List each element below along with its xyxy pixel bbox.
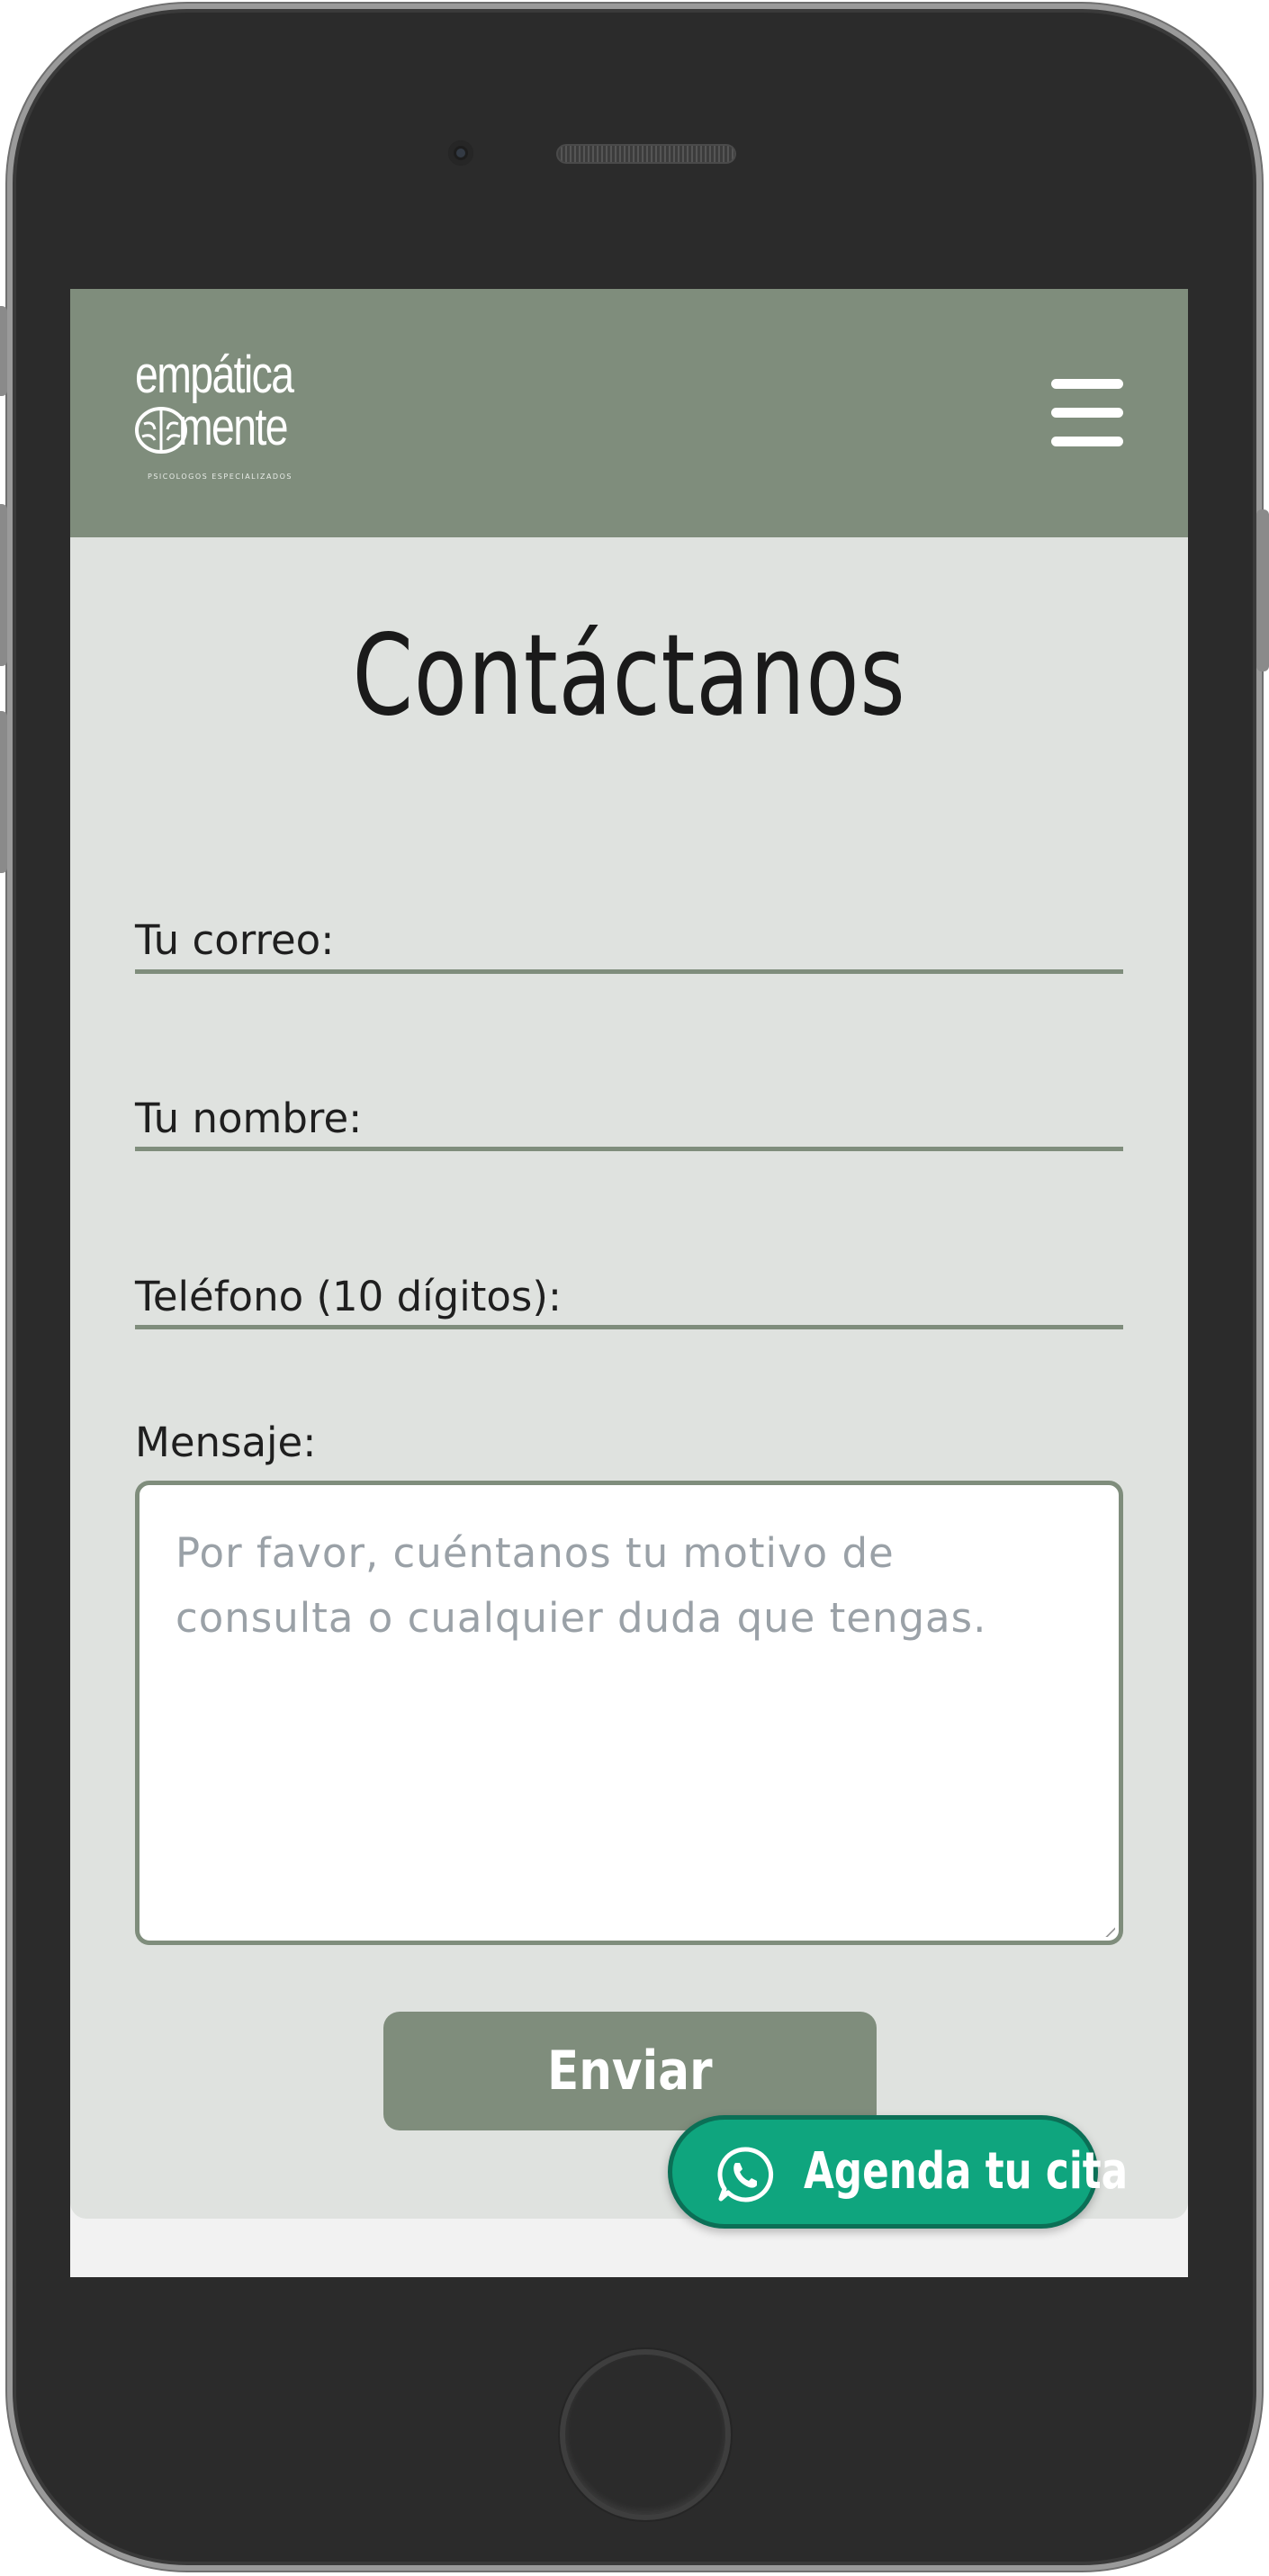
email-field[interactable] bbox=[135, 906, 1123, 969]
site-header: empática mente PSICOLOGOS ESPECIALIZADOS bbox=[70, 289, 1188, 537]
message-label: Mensaje: bbox=[135, 1419, 317, 1466]
screen: empática mente PSICOLOGOS ESPECIALIZADOS… bbox=[70, 289, 1188, 2277]
message-placeholder: Por favor, cuéntanos tu motivo de consul… bbox=[176, 1529, 987, 1642]
front-camera bbox=[448, 140, 473, 166]
home-button[interactable] bbox=[560, 2349, 731, 2520]
whatsapp-icon bbox=[717, 2147, 774, 2202]
email-underline bbox=[135, 969, 1123, 974]
submit-button[interactable]: Enviar bbox=[383, 2012, 877, 2130]
whatsapp-button-label: Agenda tu cita bbox=[804, 2142, 1129, 2201]
brand-logo[interactable]: empática mente PSICOLOGOS ESPECIALIZADOS bbox=[135, 348, 315, 483]
name-field[interactable] bbox=[135, 1085, 1123, 1148]
volume-down-button bbox=[0, 711, 7, 873]
phone-field[interactable] bbox=[135, 1263, 1123, 1326]
hamburger-menu-icon[interactable] bbox=[1049, 377, 1125, 449]
power-button bbox=[1256, 509, 1269, 671]
message-textarea[interactable]: Por favor, cuéntanos tu motivo de consul… bbox=[135, 1481, 1123, 1945]
name-underline bbox=[135, 1147, 1123, 1151]
logo-text-top: empática bbox=[135, 346, 294, 404]
volume-up-button bbox=[0, 504, 7, 666]
whatsapp-appointment-button[interactable]: Agenda tu cita bbox=[668, 2115, 1128, 2229]
submit-button-label: Enviar bbox=[547, 2040, 713, 2103]
earpiece-speaker bbox=[556, 144, 736, 164]
contact-section: Contáctanos Tu correo: Tu nombre: Teléfo… bbox=[70, 537, 1188, 2219]
logo-tagline: PSICOLOGOS ESPECIALIZADOS bbox=[148, 473, 292, 481]
resize-handle[interactable] bbox=[1104, 1926, 1115, 1937]
page-title: Contáctanos bbox=[352, 611, 906, 741]
phone-underline bbox=[135, 1325, 1123, 1329]
logo-text-bottom: mente bbox=[178, 398, 289, 456]
mute-switch bbox=[0, 306, 7, 396]
